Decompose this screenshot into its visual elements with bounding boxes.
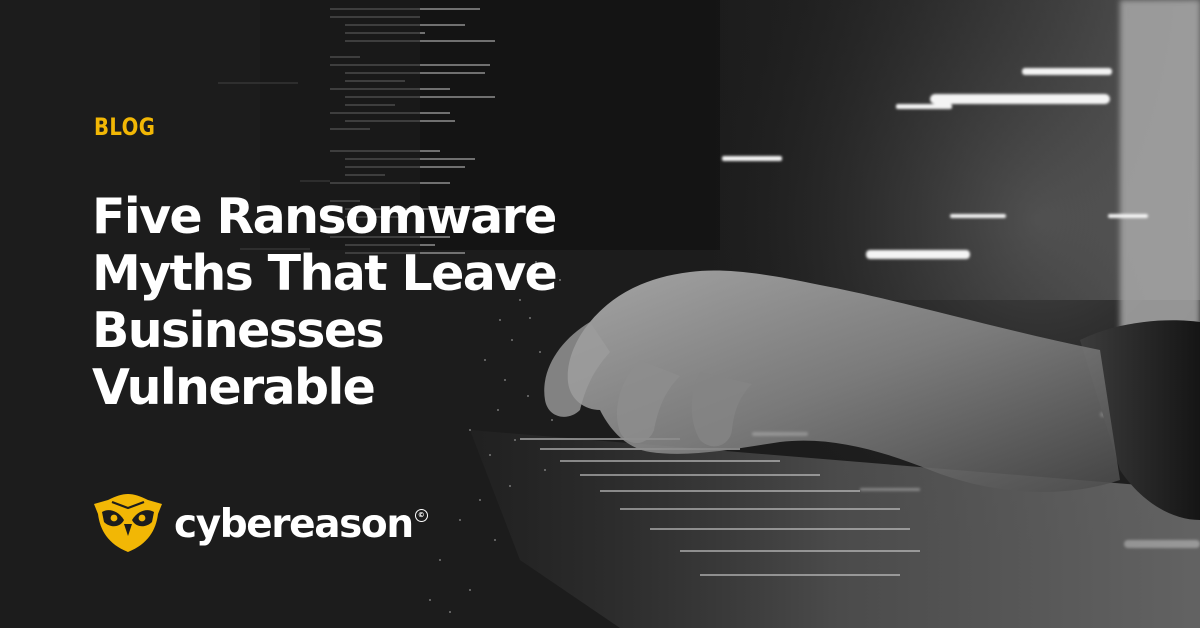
registered-mark: © (414, 508, 428, 522)
brand-name: cybereason (174, 501, 414, 547)
post-title-line: Businesses (92, 302, 385, 359)
blog-banner: BLOG Five Ransomware Myths That Leave Bu… (0, 0, 1200, 628)
post-title-line: Myths That Leave (92, 245, 558, 302)
post-title-line: Vulnerable (92, 359, 376, 416)
brand-wordmark: cybereason © (174, 505, 428, 544)
post-title: Five Ransomware Myths That Leave Busines… (92, 188, 732, 416)
brand-logo: cybereason © (92, 493, 428, 555)
post-title-line: Five Ransomware (92, 188, 557, 245)
owl-icon (94, 494, 162, 552)
post-category: BLOG (94, 113, 156, 141)
